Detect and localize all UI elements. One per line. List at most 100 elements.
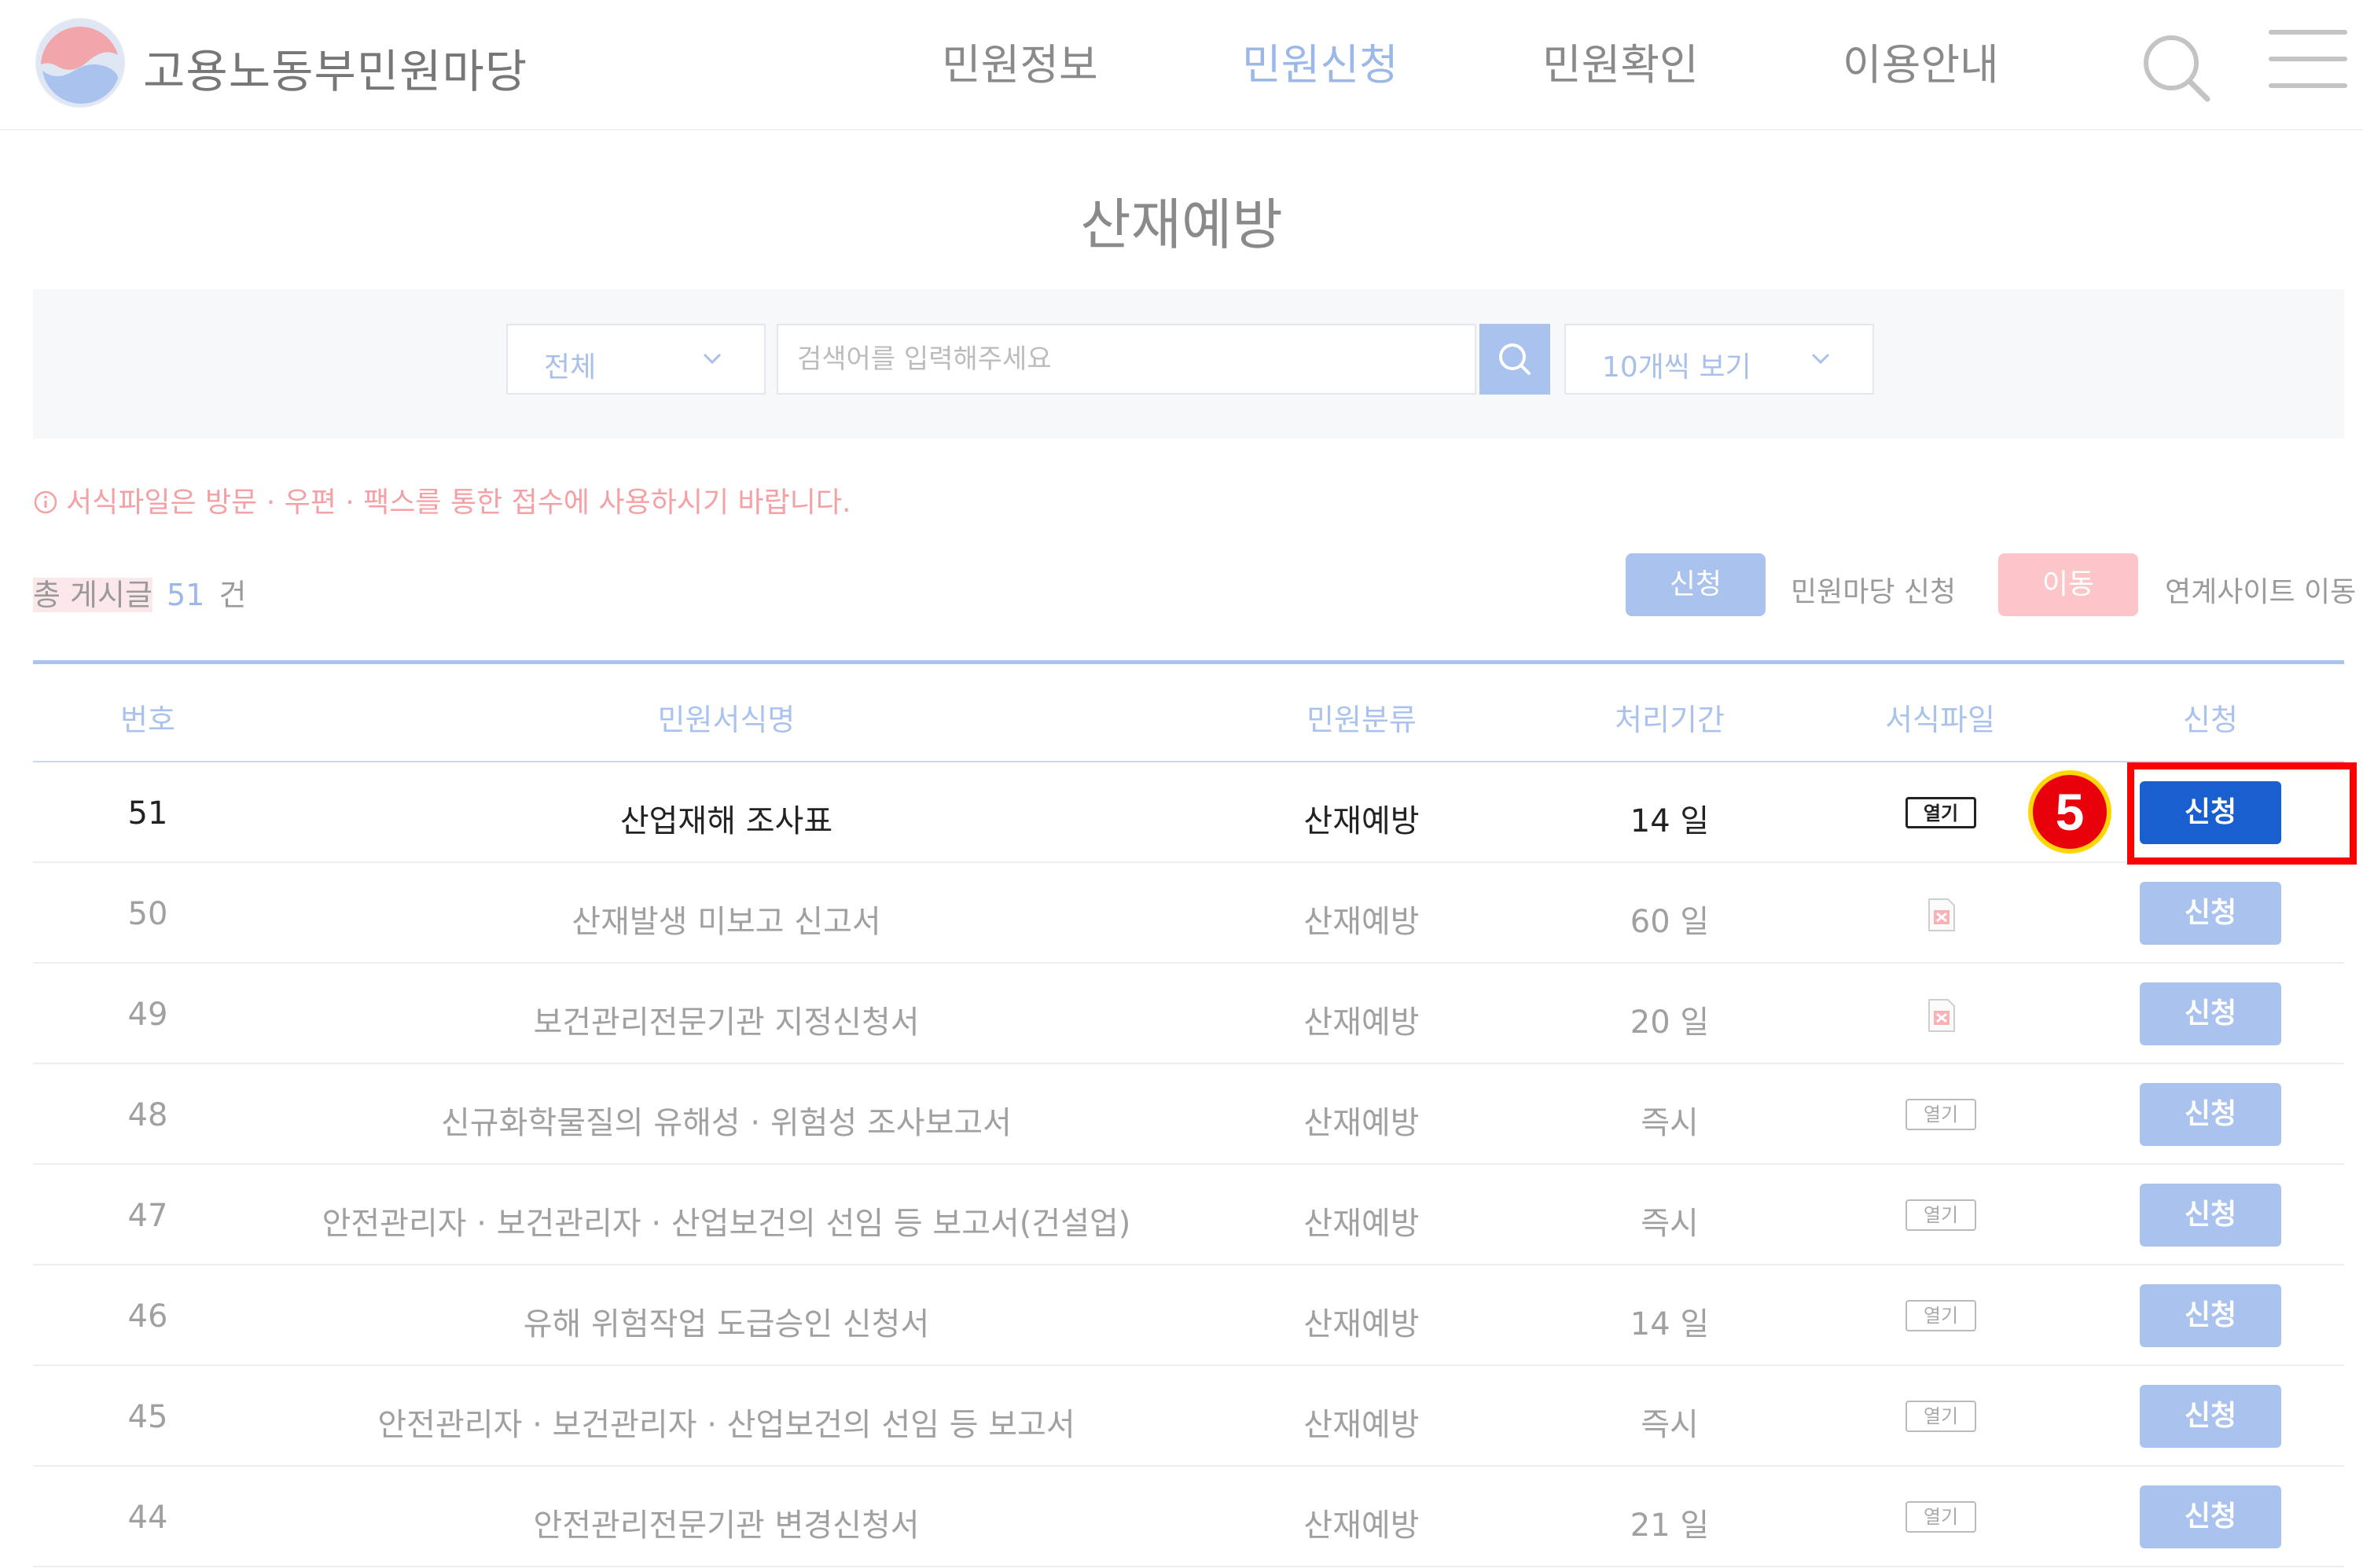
open-file-button[interactable]: 열기	[1905, 1300, 1976, 1331]
open-file-button[interactable]: 열기	[1905, 797, 1976, 828]
row-period: 즉시	[1641, 1105, 1699, 1141]
column-header-period: 처리기간	[1615, 703, 1725, 737]
table-row: 45 안전관리자 · 보건관리자 · 산업보건의 선임 등 보고서 산재예방 즉시 열기…	[33, 1366, 2344, 1467]
apply-button[interactable]: 신청	[2140, 1284, 2281, 1347]
search-area: 전체 10개씩 보기	[33, 289, 2344, 439]
total-count-value: 51	[167, 578, 205, 612]
page-title: 산재예방	[1080, 193, 1283, 257]
notice-text: 서식파일은 방문 · 우편 · 팩스를 통한 접수에 사용하시기 바랍니다.	[66, 487, 851, 519]
info-icon	[34, 490, 57, 514]
row-category: 산재예방	[1303, 1407, 1420, 1443]
legend-apply-badge: 신청	[1626, 553, 1766, 616]
row-form-name[interactable]: 안전관리자 · 보건관리자 · 산업보건의 선임 등 보고서(건설업)	[322, 1198, 1131, 1243]
row-category: 산재예방	[1303, 1004, 1420, 1041]
row-period: 21 일	[1630, 1507, 1710, 1544]
table-row: 48 신규화학물질의 유해성 · 위험성 조사보고서 산재예방 즉시 열기 신청	[33, 1064, 2344, 1165]
apply-button[interactable]: 신청	[2140, 882, 2281, 945]
row-number: 51	[127, 795, 168, 832]
chevron-down-icon	[1811, 353, 1830, 365]
open-file-button[interactable]: 열기	[1905, 1099, 1976, 1130]
table-row: 46 유해 위험작업 도급승인 신청서 산재예방 14 일 열기 신청	[33, 1265, 2344, 1366]
row-period: 20 일	[1630, 1004, 1710, 1041]
row-number: 44	[127, 1500, 168, 1536]
nav-guide[interactable]: 이용안내	[1843, 30, 1999, 92]
column-header-number: 번호	[120, 703, 175, 737]
table-row: 44 안전관리전문기관 변경신청서 산재예방 21 일 열기 신청	[33, 1467, 2344, 1567]
row-period: 즉시	[1641, 1407, 1699, 1443]
hwp-file-icon[interactable]	[1926, 998, 1957, 1033]
total-unit: 건	[219, 578, 247, 612]
row-number: 45	[127, 1399, 168, 1435]
search-icon	[1499, 343, 1531, 375]
hwp-file-icon[interactable]	[1926, 898, 1957, 932]
apply-button[interactable]: 신청	[2140, 1083, 2281, 1146]
category-select[interactable]: 전체	[506, 324, 766, 395]
row-category: 산재예방	[1303, 1105, 1420, 1141]
row-category: 산재예방	[1303, 1507, 1420, 1544]
row-form-name[interactable]: 유해 위험작업 도급승인 신청서	[524, 1298, 930, 1344]
row-category: 산재예방	[1303, 904, 1420, 940]
government-logo-icon[interactable]	[33, 16, 127, 110]
menu-line	[2269, 83, 2347, 88]
nav-civil-check[interactable]: 민원확인	[1542, 30, 1699, 92]
table-row: 50 산재발생 미보고 신고서 산재예방 60 일 신청	[33, 863, 2344, 964]
step-number: 5	[2033, 775, 2107, 849]
site-brand[interactable]: 고용노동부민원마당	[143, 35, 527, 101]
row-form-name[interactable]: 신규화학물질의 유해성 · 위험성 조사보고서	[441, 1097, 1012, 1143]
search-submit-button[interactable]	[1479, 324, 1550, 395]
legend-move-badge: 이동	[1998, 553, 2138, 616]
apply-button[interactable]: 신청	[2140, 982, 2281, 1045]
total-label: 총 게시글	[33, 578, 153, 612]
notice-message: 서식파일은 방문 · 우편 · 팩스를 통한 접수에 사용하시기 바랍니다.	[33, 479, 851, 520]
nav-civil-apply[interactable]: 민원신청	[1242, 30, 1398, 92]
nav-civil-info[interactable]: 민원정보	[942, 30, 1098, 92]
table-row: 51 산업재해 조사표 산재예방 14 일 열기 신청 5	[33, 762, 2357, 865]
row-category: 산재예방	[1303, 1306, 1420, 1342]
row-number: 47	[127, 1198, 168, 1234]
site-header: 고용노동부민원마당 민원정보 민원신청 민원확인 이용안내	[0, 0, 2363, 130]
open-file-button[interactable]: 열기	[1905, 1199, 1976, 1231]
column-header-form-file: 서식파일	[1885, 703, 1995, 737]
row-period: 즉시	[1641, 1206, 1699, 1242]
row-number: 46	[127, 1298, 168, 1335]
row-category: 산재예방	[1303, 803, 1420, 839]
step-number-badge: 5	[2028, 770, 2111, 854]
legend-apply-text: 민원마당 신청	[1791, 576, 1957, 608]
row-form-name[interactable]: 안전관리자 · 보건관리자 · 산업보건의 선임 등 보고서	[377, 1399, 1075, 1445]
search-icon[interactable]	[2137, 28, 2215, 107]
category-select-value: 전체	[544, 351, 597, 384]
table-body: 51 산업재해 조사표 산재예방 14 일 열기 신청 5 50 산재발생 미보고 신고서 산재예…	[33, 762, 2357, 1567]
row-period: 60 일	[1630, 904, 1710, 940]
row-period: 14 일	[1630, 803, 1710, 839]
row-category: 산재예방	[1303, 1206, 1420, 1242]
column-header-form-name: 민원서식명	[657, 703, 796, 737]
column-header-apply: 신청	[2183, 703, 2238, 737]
row-form-name[interactable]: 보건관리전문기관 지정신청서	[533, 997, 919, 1042]
table-row: 47 안전관리자 · 보건관리자 · 산업보건의 선임 등 보고서(건설업) 산재예…	[33, 1165, 2344, 1265]
row-number: 49	[127, 997, 168, 1033]
column-header-category: 민원분류	[1306, 703, 1417, 737]
table-header: 번호 민원서식명 민원분류 처리기간 서식파일 신청	[33, 660, 2344, 762]
chevron-down-icon	[703, 353, 722, 365]
page-size-select-value: 10개씩 보기	[1602, 351, 1751, 384]
open-file-button[interactable]: 열기	[1905, 1401, 1976, 1432]
menu-line	[2269, 57, 2347, 61]
page-size-select[interactable]: 10개씩 보기	[1564, 324, 1874, 395]
form-table: 번호 민원서식명 민원분류 처리기간 서식파일 신청 51 산업재해 조사표 산재예…	[33, 660, 2357, 1567]
row-form-name[interactable]: 산재발생 미보고 신고서	[571, 896, 880, 942]
menu-line	[2269, 30, 2347, 35]
row-form-name[interactable]: 산업재해 조사표	[620, 795, 832, 841]
legend-move-text: 연계사이트 이동	[2165, 576, 2357, 608]
row-number: 50	[127, 896, 168, 932]
apply-button[interactable]: 신청	[2140, 1485, 2281, 1548]
highlight-box	[2127, 762, 2357, 865]
row-form-name[interactable]: 안전관리전문기관 변경신청서	[533, 1500, 919, 1545]
total-count: 총 게시글 51 건	[33, 571, 246, 614]
search-input[interactable]	[777, 324, 1476, 395]
open-file-button[interactable]: 열기	[1905, 1501, 1976, 1533]
apply-button[interactable]: 신청	[2140, 1184, 2281, 1247]
row-period: 14 일	[1630, 1306, 1710, 1342]
apply-button[interactable]: 신청	[2140, 1385, 2281, 1448]
row-number: 48	[127, 1097, 168, 1133]
menu-icon[interactable]	[2269, 30, 2347, 93]
